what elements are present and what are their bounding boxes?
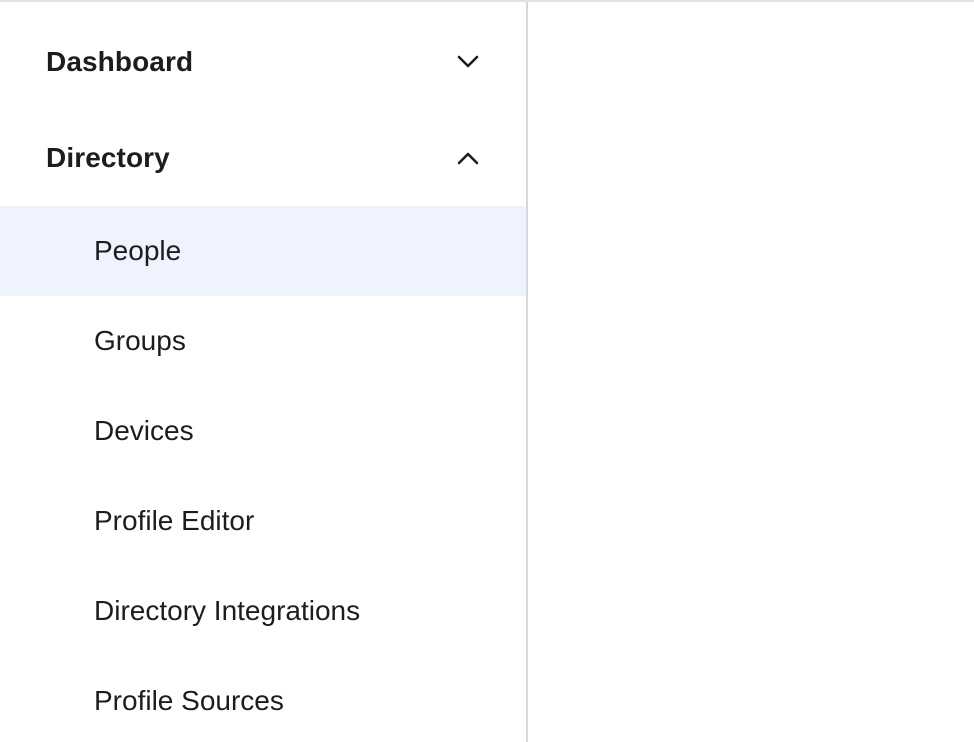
sidebar-section-label: Dashboard — [46, 46, 194, 77]
sidebar-item-groups[interactable]: Groups — [0, 296, 526, 386]
sidebar-item-label: Profile Editor — [94, 505, 255, 536]
sidebar-nav: Dashboard Directory People Groups Device… — [0, 2, 528, 742]
sidebar-item-label: Groups — [94, 325, 186, 356]
chevron-up-icon-svg — [457, 152, 479, 165]
sidebar-item-label: Devices — [94, 415, 194, 446]
sidebar-item-profile-sources[interactable]: Profile Sources — [0, 656, 526, 742]
sidebar-section-dashboard[interactable]: Dashboard — [0, 32, 526, 92]
sidebar-item-profile-editor[interactable]: Profile Editor — [0, 476, 526, 566]
sidebar-item-label: Directory Integrations — [94, 595, 361, 626]
chevron-down-icon-svg — [457, 55, 479, 68]
admin-page: Dashboard Directory People Groups Device… — [0, 0, 974, 742]
sidebar-item-directory-integrations[interactable]: Directory Integrations — [0, 566, 526, 656]
directory-subnav: People Groups Devices Profile Editor Dir… — [0, 206, 526, 742]
chevron-down-icon[interactable] — [454, 48, 482, 76]
main-content-area — [528, 2, 974, 742]
sidebar-item-people[interactable]: People — [0, 206, 526, 296]
sidebar-item-label: Profile Sources — [94, 685, 284, 716]
sidebar-section-label: Directory — [46, 142, 170, 173]
sidebar-item-label: People — [94, 235, 182, 266]
sidebar-section-directory[interactable]: Directory — [0, 128, 526, 188]
sidebar-item-devices[interactable]: Devices — [0, 386, 526, 476]
chevron-up-icon[interactable] — [454, 144, 482, 172]
